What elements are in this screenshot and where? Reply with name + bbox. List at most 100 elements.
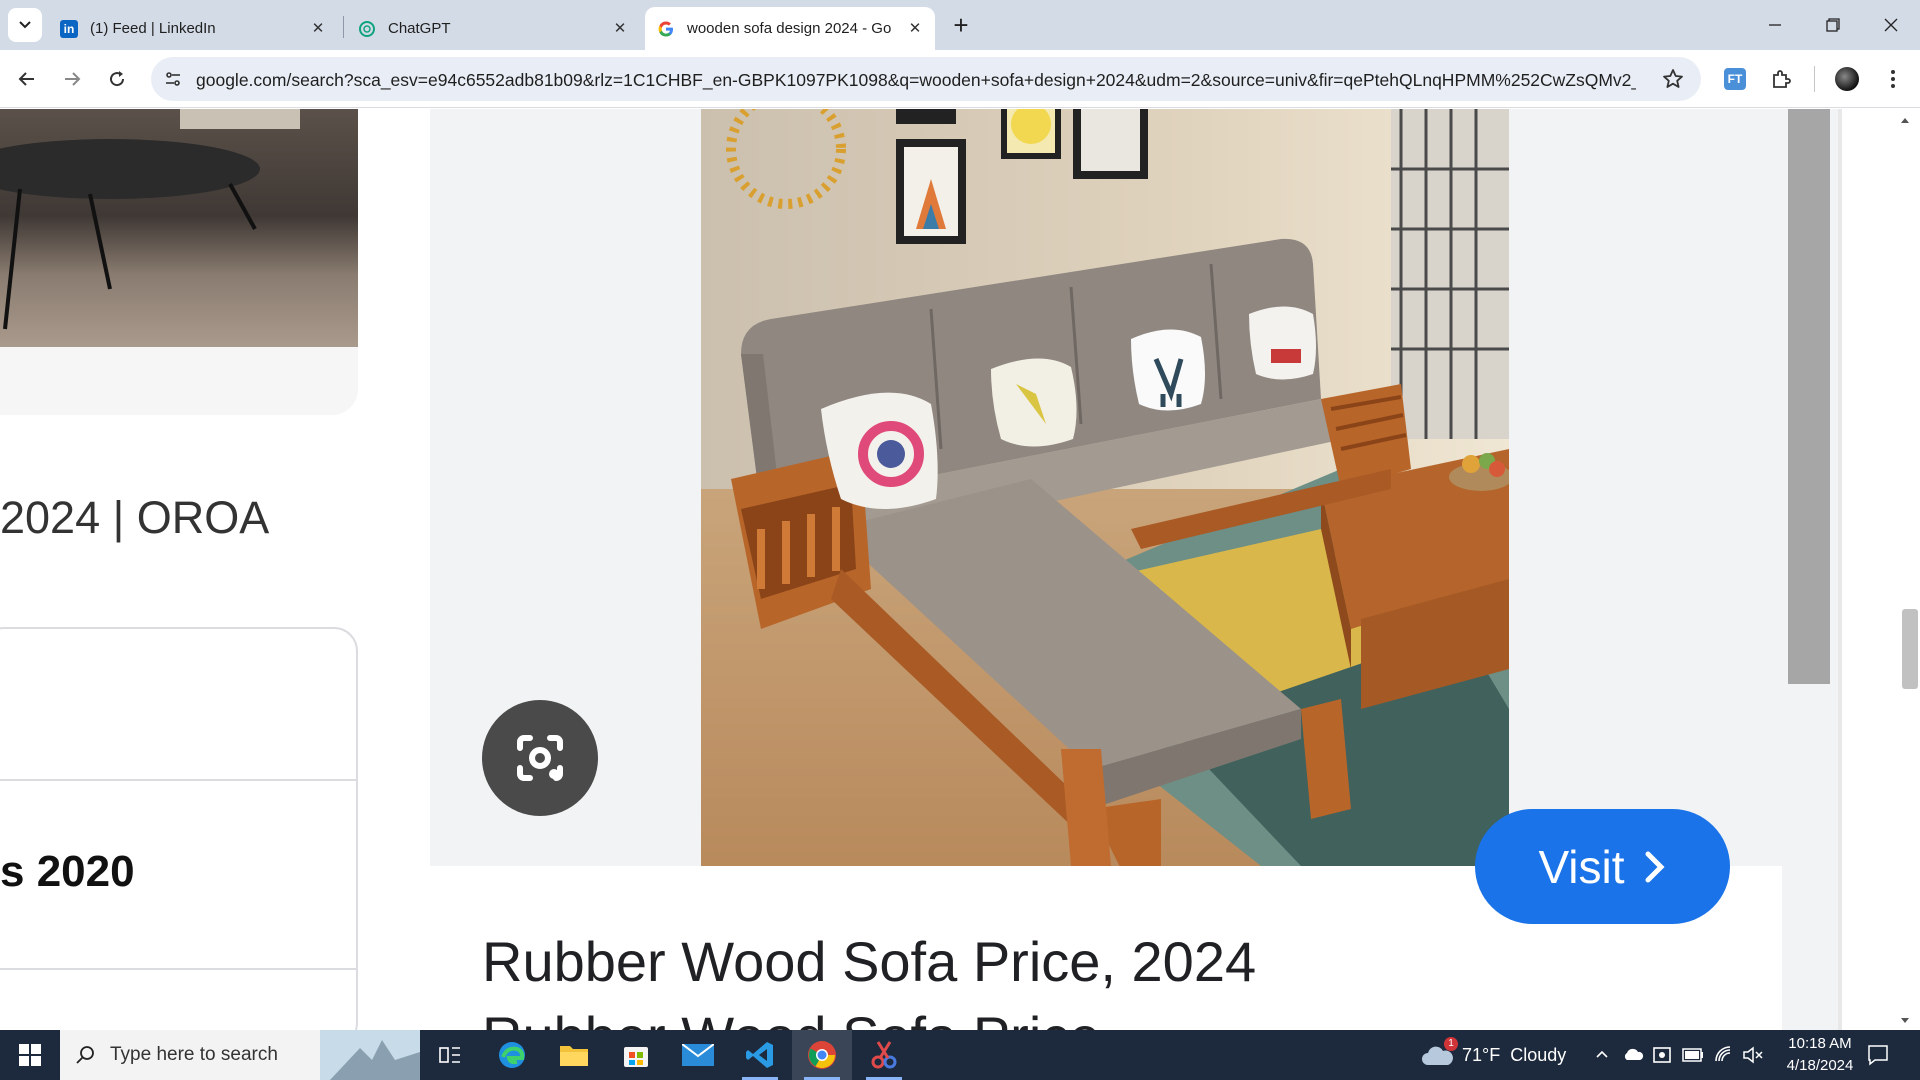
chevron-down-icon <box>19 21 31 29</box>
toolbar-divider <box>1814 66 1815 92</box>
start-button[interactable] <box>0 1030 60 1080</box>
google-lens-button[interactable] <box>482 700 598 816</box>
clock-date: 4/18/2024 <box>1786 1057 1854 1074</box>
page-scrollbar-down-arrow[interactable] <box>1896 1014 1914 1026</box>
chevron-up-icon <box>1596 1050 1608 1058</box>
search-placeholder: Type here to search <box>110 1044 278 1065</box>
preview-scrollbar[interactable] <box>1788 109 1830 684</box>
onedrive-icon[interactable] <box>1622 1046 1644 1067</box>
chatgpt-icon <box>358 20 376 38</box>
minimize-icon <box>1769 24 1781 26</box>
sofa-preview-image[interactable] <box>701 109 1513 869</box>
taskbar-snipping-tool[interactable] <box>854 1030 914 1080</box>
preview-title[interactable]: Rubber Wood Sofa Price, 2024 <box>482 929 1256 994</box>
windows-logo-icon <box>19 1044 41 1066</box>
chrome-icon <box>808 1041 836 1069</box>
taskbar-store[interactable] <box>606 1030 666 1080</box>
menu-kebab-icon[interactable] <box>1876 62 1910 96</box>
restore-button[interactable] <box>1818 10 1848 40</box>
windows-taskbar: Type here to search 1 71°F Cloudy 10:18 … <box>0 1030 1920 1080</box>
taskbar-edge[interactable] <box>482 1030 542 1080</box>
wifi-icon[interactable] <box>1714 1045 1734 1070</box>
tab-strip: in (1) Feed | LinkedIn ✕ ChatGPT ✕ woode… <box>0 0 1920 50</box>
folder-icon <box>560 1046 588 1066</box>
arrow-right-icon <box>65 72 81 86</box>
minimize-button[interactable] <box>1760 10 1790 40</box>
weather-text: 71°F Cloudy <box>1462 1044 1567 1065</box>
reload-button[interactable] <box>100 62 134 96</box>
restore-icon <box>1826 18 1840 32</box>
page-scrollbar-thumb[interactable] <box>1902 609 1918 689</box>
taskbar-vscode[interactable] <box>730 1030 790 1080</box>
forward-button[interactable] <box>55 62 89 96</box>
tab-title: (1) Feed | LinkedIn <box>90 20 216 37</box>
results-column: 2024 | OROA s 2020 <box>0 109 360 1030</box>
tab-title: wooden sofa design 2024 - Go <box>687 20 892 37</box>
volume-muted-icon[interactable] <box>1742 1045 1764 1070</box>
notification-center-button[interactable] <box>1866 1043 1890 1072</box>
card-divider <box>0 779 357 781</box>
visit-button-label: Visit <box>1538 840 1625 893</box>
tab-title: ChatGPT <box>388 20 451 37</box>
result-title[interactable]: 2024 | OROA <box>0 492 269 544</box>
snipping-icon <box>871 1041 897 1069</box>
clock-time: 10:18 AM <box>1788 1035 1852 1052</box>
search-highlight-image <box>320 1030 420 1080</box>
site-info-icon[interactable] <box>161 67 185 91</box>
bookmark-star-icon[interactable] <box>1661 67 1685 96</box>
close-window-button[interactable] <box>1876 10 1906 40</box>
linkedin-icon: in <box>60 19 78 38</box>
new-tab-button[interactable]: + <box>946 10 976 40</box>
page-scrollbar-track[interactable] <box>1890 109 1920 1030</box>
address-bar[interactable]: google.com/search?sca_esv=e94c6552adb81b… <box>151 57 1701 101</box>
back-button[interactable] <box>10 62 44 96</box>
arrow-left-icon <box>18 72 34 86</box>
tab-google-search[interactable]: wooden sofa design 2024 - Go ✕ <box>645 7 935 50</box>
taskbar-file-explorer[interactable] <box>544 1030 604 1080</box>
tab-divider <box>343 16 344 38</box>
visit-button[interactable]: Visit <box>1475 809 1730 924</box>
search-icon <box>76 1046 94 1064</box>
close-tab-icon[interactable]: ✕ <box>610 19 630 39</box>
tab-search-button[interactable] <box>8 8 42 42</box>
wooden-sofa-image <box>701 109 1513 869</box>
preview-source-title[interactable]: Rubber Wood Sofa Price <box>482 1004 1100 1030</box>
table-image <box>0 109 300 330</box>
extensions-puzzle-icon[interactable] <box>1764 62 1798 96</box>
card-title[interactable]: s 2020 <box>0 847 135 897</box>
vscode-icon <box>746 1042 773 1068</box>
edge-icon <box>499 1042 525 1068</box>
chevron-right-icon <box>1645 851 1665 882</box>
show-hidden-icons-button[interactable] <box>1594 1046 1610 1067</box>
lens-camera-icon <box>517 735 563 781</box>
task-view-button[interactable] <box>420 1030 480 1080</box>
cloud-icon: 1 <box>1420 1037 1458 1067</box>
weather-alert-badge: 1 <box>1444 1037 1458 1051</box>
notification-icon <box>1868 1045 1888 1066</box>
task-view-icon <box>439 1047 460 1063</box>
browser-toolbar: google.com/search?sca_esv=e94c6552adb81b… <box>0 50 1920 108</box>
reload-icon <box>110 71 125 87</box>
battery-icon[interactable] <box>1682 1048 1704 1067</box>
tab-linkedin[interactable]: in (1) Feed | LinkedIn ✕ <box>52 7 338 50</box>
preview-panel-edge <box>1838 109 1842 1030</box>
taskbar-mail[interactable] <box>668 1030 728 1080</box>
meet-now-icon[interactable] <box>1652 1045 1672 1070</box>
google-icon <box>657 20 675 38</box>
card-divider <box>0 968 357 970</box>
page-scrollbar-up-arrow[interactable] <box>1896 113 1914 125</box>
taskbar-search-box[interactable]: Type here to search <box>60 1030 420 1080</box>
close-icon <box>1884 18 1898 32</box>
tab-chatgpt[interactable]: ChatGPT ✕ <box>350 7 640 50</box>
profile-avatar[interactable] <box>1830 62 1864 96</box>
taskbar-chrome[interactable] <box>792 1030 852 1080</box>
close-tab-icon[interactable]: ✕ <box>905 19 925 39</box>
url-text[interactable]: google.com/search?sca_esv=e94c6552adb81b… <box>196 70 1636 91</box>
result-thumbnail[interactable] <box>0 109 358 347</box>
result-card-footer <box>0 347 358 415</box>
mail-icon <box>682 1044 714 1066</box>
extension-translate-icon[interactable]: FT <box>1718 62 1752 96</box>
clock[interactable]: 10:18 AM 4/18/2024 <box>1770 1033 1870 1077</box>
weather-widget[interactable]: 1 71°F Cloudy <box>1420 1030 1570 1080</box>
close-tab-icon[interactable]: ✕ <box>308 19 328 39</box>
